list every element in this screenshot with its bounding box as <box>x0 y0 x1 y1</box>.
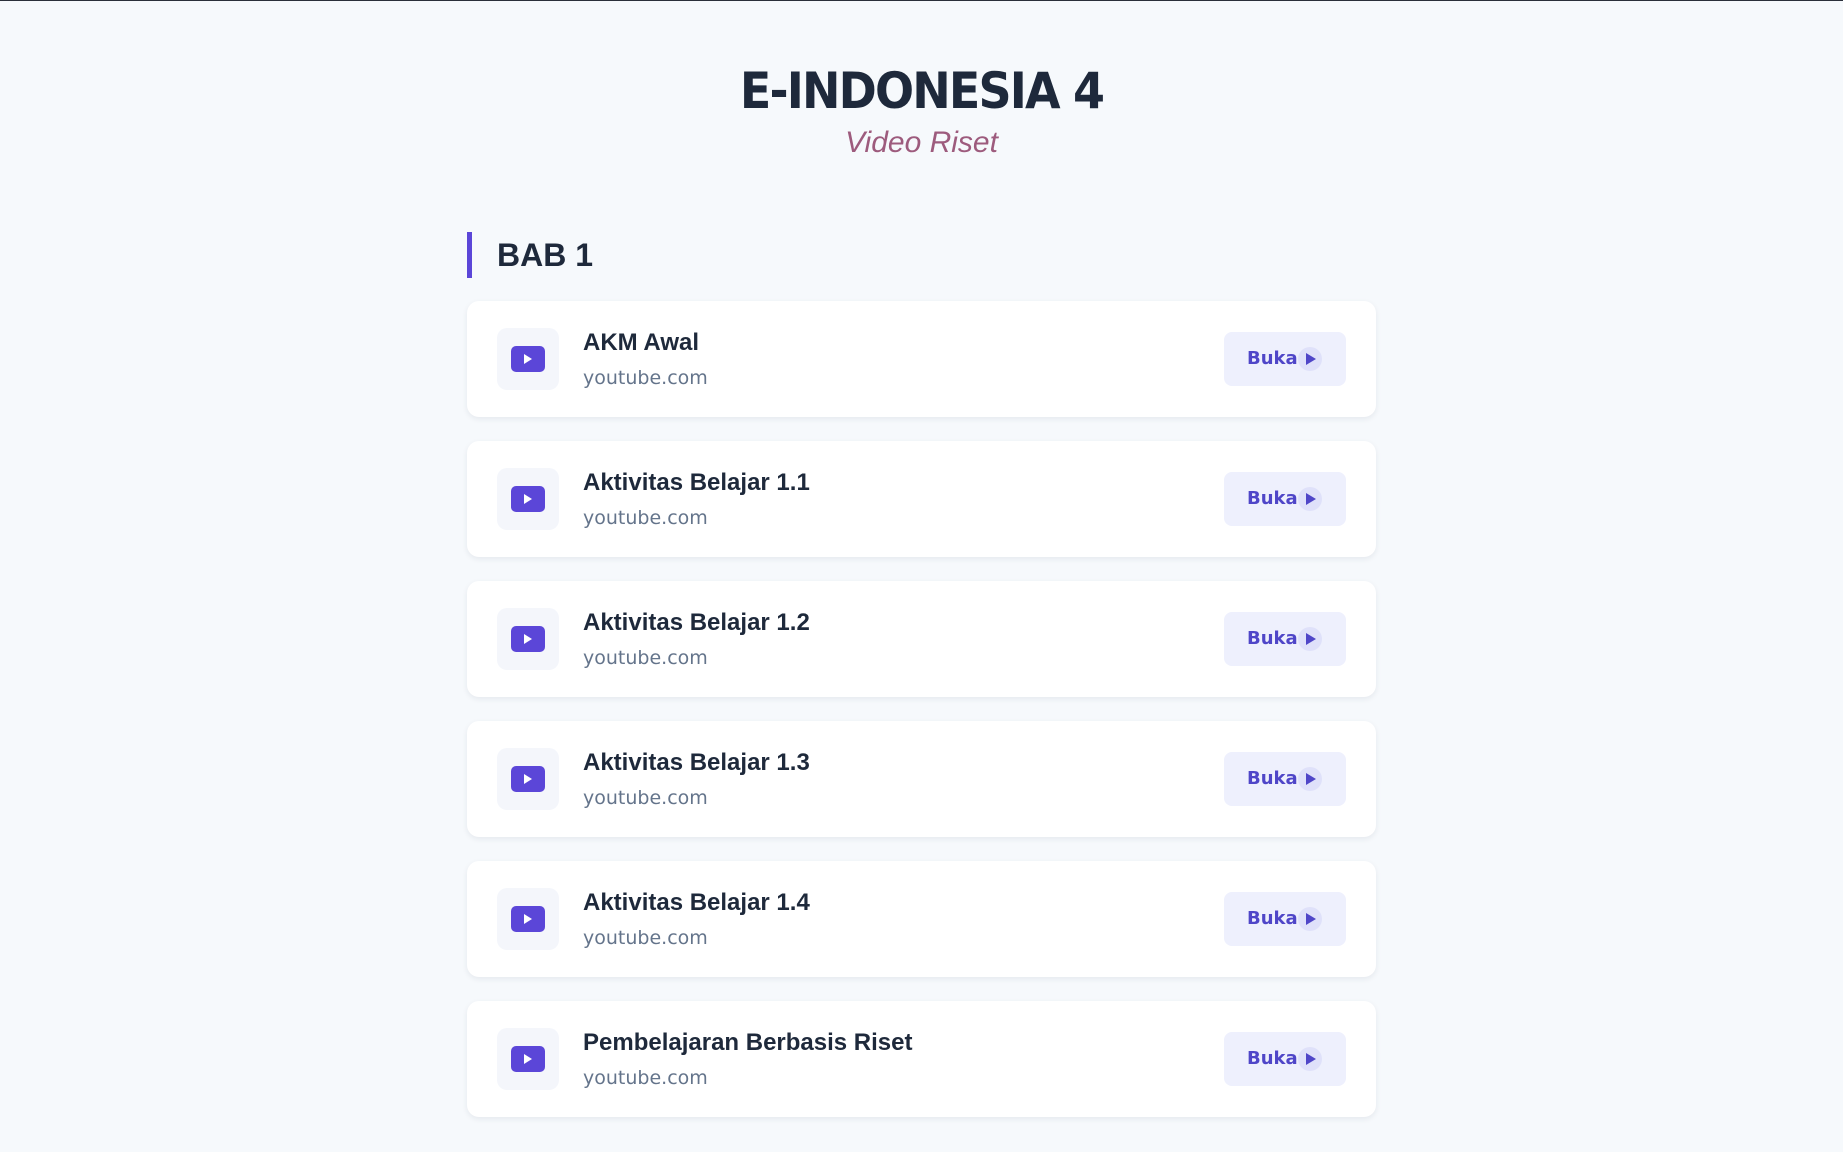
video-source: youtube.com <box>583 367 708 389</box>
video-title: Aktivitas Belajar 1.1 <box>583 469 810 496</box>
page-subtitle: Video Riset <box>845 126 998 159</box>
youtube-play-icon <box>497 468 559 530</box>
open-button[interactable]: Buka <box>1224 472 1346 526</box>
open-button[interactable]: Buka <box>1224 1032 1346 1086</box>
video-card[interactable]: Aktivitas Belajar 1.1 youtube.com Buka <box>467 441 1376 557</box>
video-card[interactable]: AKM Awal youtube.com Buka <box>467 301 1376 417</box>
open-button-label: Buka <box>1247 1048 1298 1069</box>
video-card-text: Aktivitas Belajar 1.4 youtube.com <box>583 889 810 950</box>
open-button-label: Buka <box>1247 348 1298 369</box>
play-circle-icon <box>1298 347 1322 371</box>
video-card-text: AKM Awal youtube.com <box>583 329 708 390</box>
open-button-label: Buka <box>1247 768 1298 789</box>
video-title: Aktivitas Belajar 1.4 <box>583 889 810 916</box>
page-title: E-INDONESIA 4 <box>739 62 1105 120</box>
open-button-label: Buka <box>1247 628 1298 649</box>
video-source: youtube.com <box>583 647 708 669</box>
video-source: youtube.com <box>583 927 708 949</box>
play-circle-icon <box>1298 1047 1322 1071</box>
section-heading: BAB 1 <box>467 232 1376 278</box>
video-card-text: Pembelajaran Berbasis Riset youtube.com <box>583 1029 913 1090</box>
video-source: youtube.com <box>583 1067 708 1089</box>
open-button-label: Buka <box>1247 908 1298 929</box>
video-title: AKM Awal <box>583 329 700 356</box>
play-circle-icon <box>1298 627 1322 651</box>
video-title: Pembelajaran Berbasis Riset <box>583 1029 913 1056</box>
youtube-play-icon <box>497 748 559 810</box>
video-card[interactable]: Aktivitas Belajar 1.3 youtube.com Buka <box>467 721 1376 837</box>
open-button[interactable]: Buka <box>1224 752 1346 806</box>
video-title: Aktivitas Belajar 1.3 <box>583 749 810 776</box>
youtube-play-icon <box>497 328 559 390</box>
play-circle-icon <box>1298 907 1322 931</box>
open-button[interactable]: Buka <box>1224 892 1346 946</box>
video-source: youtube.com <box>583 787 708 809</box>
play-circle-icon <box>1298 487 1322 511</box>
open-button[interactable]: Buka <box>1224 612 1346 666</box>
youtube-play-icon <box>497 608 559 670</box>
video-card-text: Aktivitas Belajar 1.3 youtube.com <box>583 749 810 810</box>
youtube-play-icon <box>497 1028 559 1090</box>
video-card-text: Aktivitas Belajar 1.2 youtube.com <box>583 609 810 670</box>
open-button-label: Buka <box>1247 488 1298 509</box>
video-card-text: Aktivitas Belajar 1.1 youtube.com <box>583 469 810 530</box>
page-header: E-INDONESIA 4 Video Riset <box>0 61 1843 161</box>
video-source: youtube.com <box>583 507 708 529</box>
video-title: Aktivitas Belajar 1.2 <box>583 609 810 636</box>
video-card[interactable]: Aktivitas Belajar 1.4 youtube.com Buka <box>467 861 1376 977</box>
play-circle-icon <box>1298 767 1322 791</box>
page: E-INDONESIA 4 Video Riset BAB 1 AKM Awal… <box>0 1 1843 1152</box>
open-button[interactable]: Buka <box>1224 332 1346 386</box>
youtube-play-icon <box>497 888 559 950</box>
chapter-section: BAB 1 AKM Awal youtube.com Buka Aktivita… <box>467 232 1376 1141</box>
video-card[interactable]: Pembelajaran Berbasis Riset youtube.com … <box>467 1001 1376 1117</box>
video-card[interactable]: Aktivitas Belajar 1.2 youtube.com Buka <box>467 581 1376 697</box>
